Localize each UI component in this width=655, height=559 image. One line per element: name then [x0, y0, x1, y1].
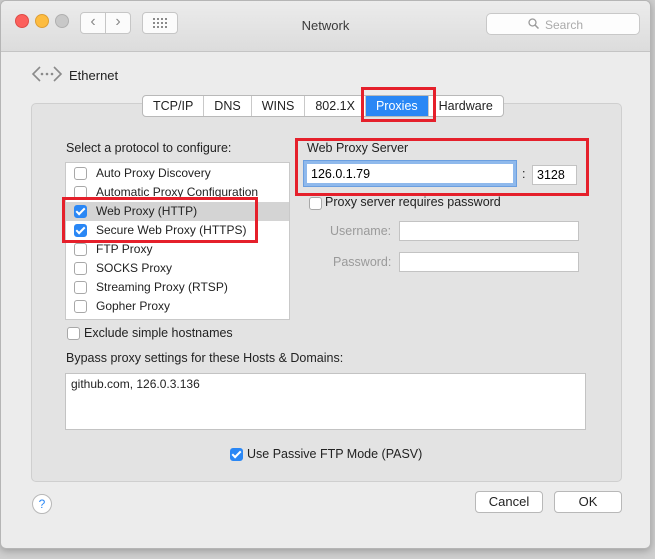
tab-wins[interactable]: WINS: [252, 96, 306, 116]
passive-ftp-checkbox[interactable]: [230, 448, 243, 461]
bypass-label: Bypass proxy settings for these Hosts & …: [66, 351, 344, 365]
list-item[interactable]: SOCKS Proxy: [66, 259, 289, 278]
requires-password-label: Proxy server requires password: [325, 195, 501, 209]
exclude-hostnames-checkbox[interactable]: [67, 327, 80, 340]
title-bar: ‹ › Network: [1, 1, 650, 52]
protocol-label: Streaming Proxy (RTSP): [96, 280, 228, 294]
highlight-box-selected-protocols: [62, 197, 258, 243]
requires-password-checkbox[interactable]: [309, 197, 322, 210]
protocol-checkbox[interactable]: [74, 243, 87, 256]
help-button[interactable]: ?: [32, 494, 52, 514]
tab-tcpip[interactable]: TCP/IP: [143, 96, 205, 116]
password-label: Password:: [333, 255, 392, 269]
passive-ftp-label: Use Passive FTP Mode (PASV): [247, 447, 423, 461]
exclude-hostnames-label: Exclude simple hostnames: [84, 326, 233, 340]
protocol-checkbox[interactable]: [74, 300, 87, 313]
tab-bar: TCP/IP DNS WINS 802.1X Proxies Hardware: [142, 95, 504, 117]
protocol-label: Auto Proxy Discovery: [96, 166, 211, 180]
username-field[interactable]: [399, 221, 579, 241]
protocol-checkbox[interactable]: [74, 167, 87, 180]
list-item[interactable]: Streaming Proxy (RTSP): [66, 278, 289, 297]
ok-button[interactable]: OK: [554, 491, 622, 513]
ethernet-icon: [31, 66, 63, 82]
protocol-label: Gopher Proxy: [96, 299, 171, 313]
interface-name: Ethernet: [69, 68, 119, 83]
list-item[interactable]: Gopher Proxy: [66, 297, 289, 316]
username-label: Username:: [330, 224, 392, 238]
protocol-label: SOCKS Proxy: [96, 261, 173, 275]
tab-dns[interactable]: DNS: [204, 96, 252, 116]
tab-8021x[interactable]: 802.1X: [305, 96, 366, 116]
cancel-button[interactable]: Cancel: [475, 491, 543, 513]
password-field[interactable]: [399, 252, 579, 272]
search-field[interactable]: [486, 13, 640, 35]
protocol-list-heading: Select a protocol to configure:: [66, 141, 232, 155]
protocol-checkbox[interactable]: [74, 262, 87, 275]
protocol-checkbox[interactable]: [74, 281, 87, 294]
highlight-box-proxies-tab: [361, 87, 436, 122]
bypass-hosts-field[interactable]: github.com, 126.0.3.136: [65, 373, 586, 430]
search-icon: [528, 18, 539, 29]
network-window: ‹ › Network Ethernet TCP/IP: [0, 0, 651, 549]
tab-hardware[interactable]: Hardware: [429, 96, 503, 116]
list-item[interactable]: Auto Proxy Discovery: [66, 164, 289, 183]
highlight-box-web-proxy-server: [295, 138, 589, 196]
search-input[interactable]: [543, 16, 637, 34]
